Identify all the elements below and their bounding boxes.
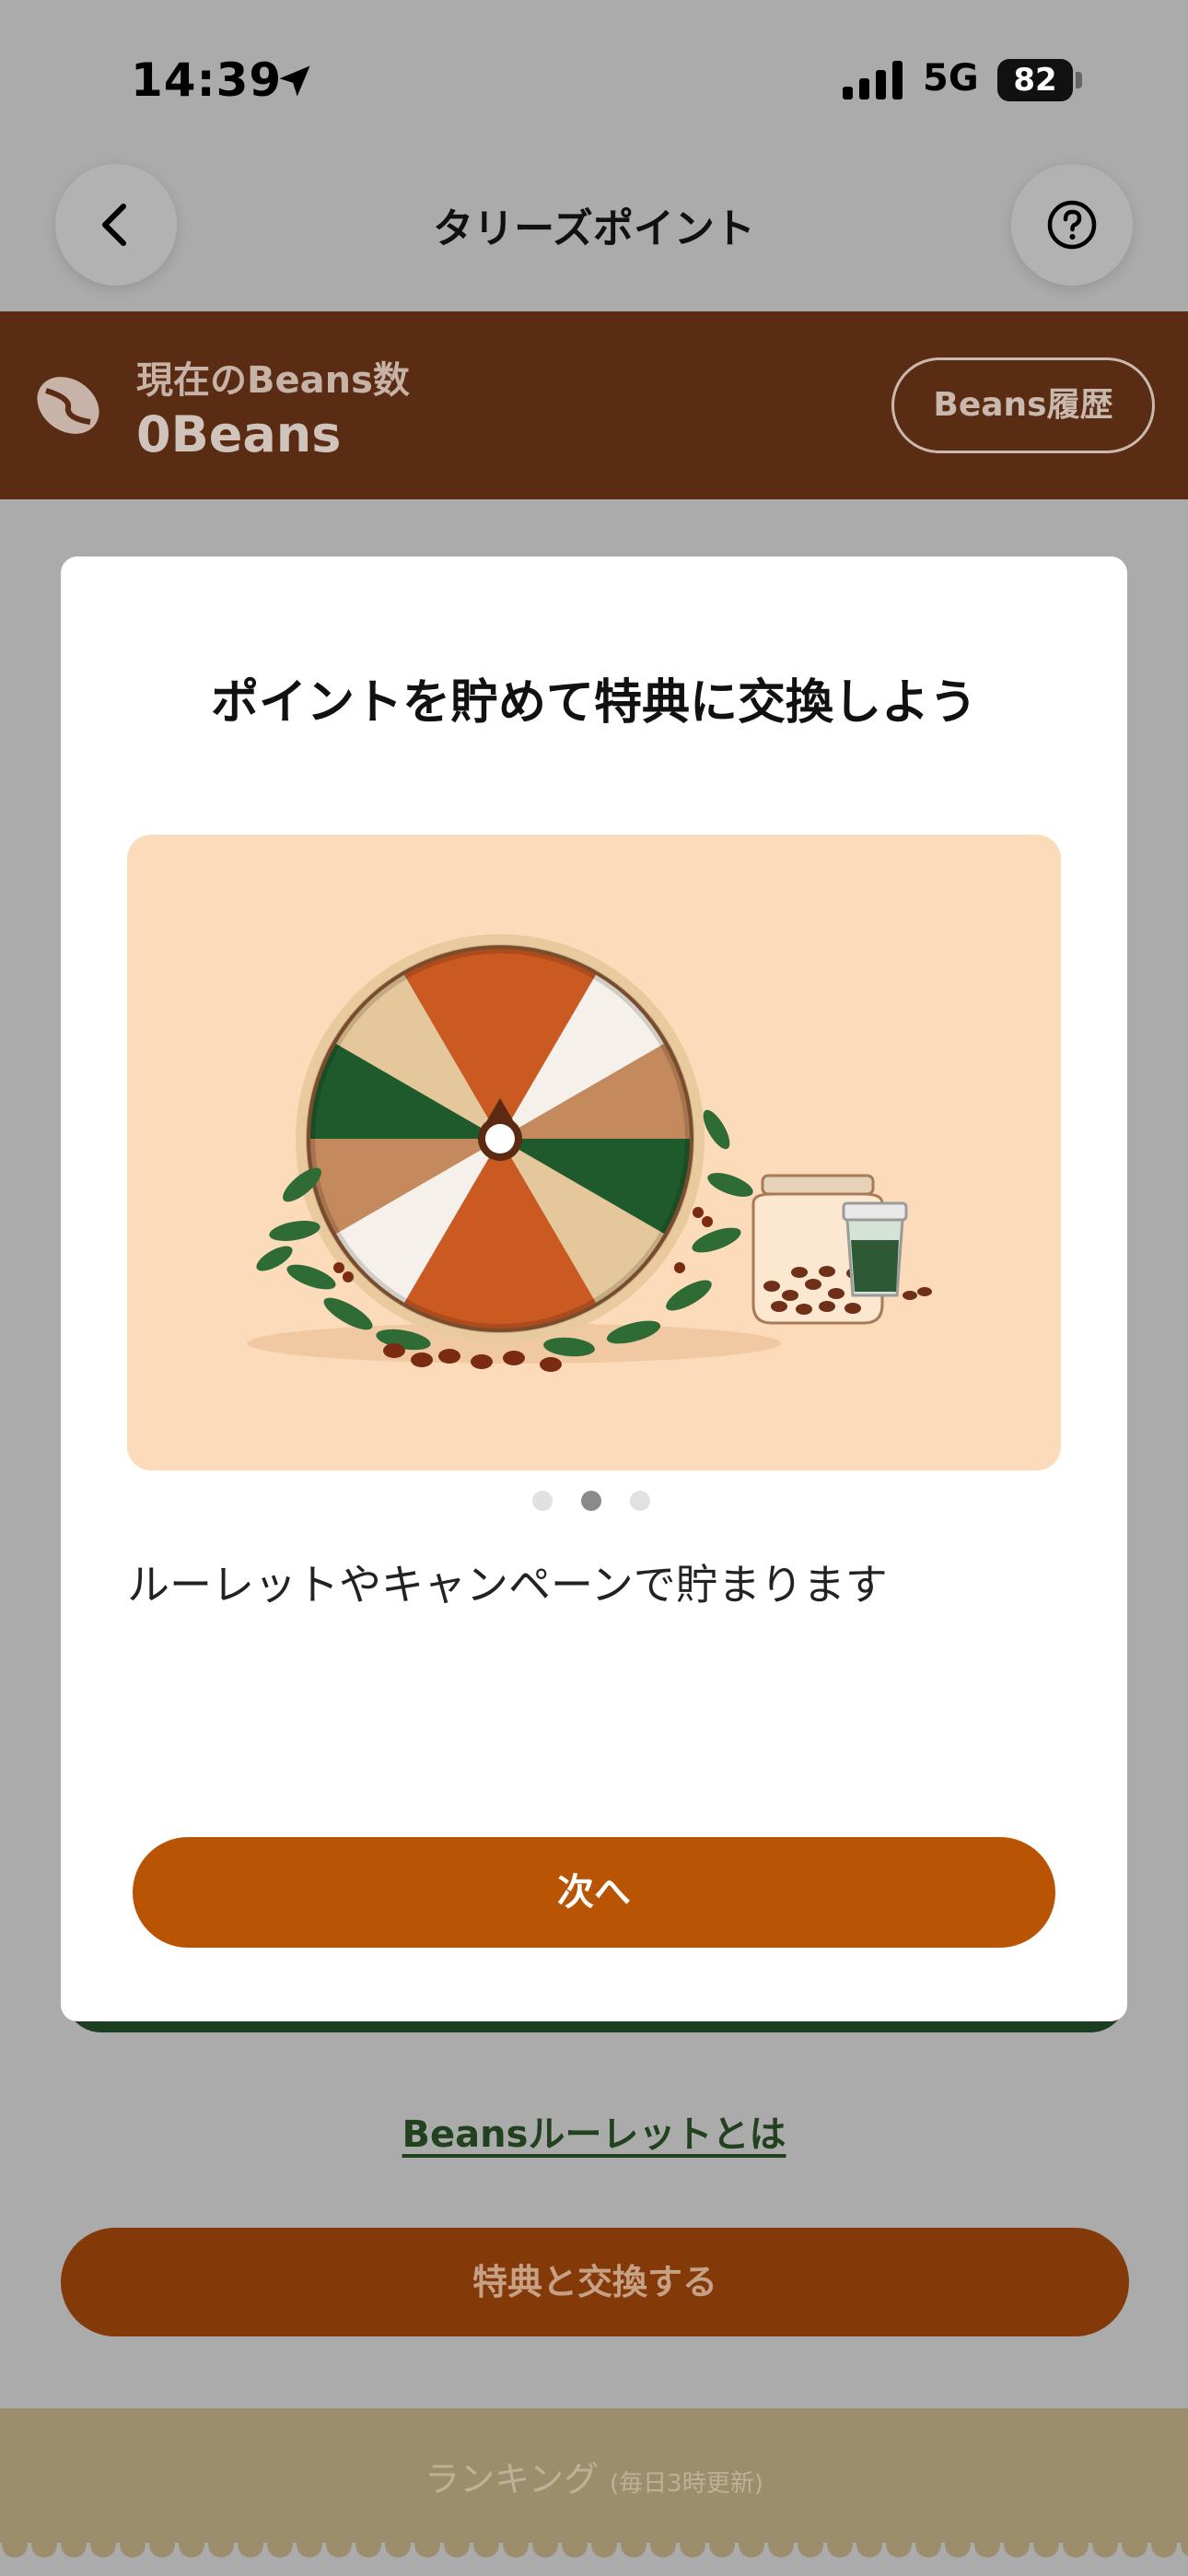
ranking-update-note: (毎日3時更新) xyxy=(610,2470,763,2498)
beans-count-label: 現在のBeans数 xyxy=(136,359,410,402)
location-arrow-icon xyxy=(279,65,310,97)
exchange-rewards-button[interactable]: 特典と交換する xyxy=(61,2228,1129,2336)
modal-description: ルーレットやキャンペーンで貯まります xyxy=(127,1560,888,1610)
scalloped-edge xyxy=(0,2543,1188,2576)
modal-title: ポイントを貯めて特典に交換しよう xyxy=(210,675,977,731)
help-button[interactable] xyxy=(1011,164,1133,286)
roulette-info-link[interactable]: Beansルーレットとは xyxy=(0,2104,1188,2158)
ranking-label: ランキング xyxy=(425,2459,600,2500)
page-dot-3[interactable] xyxy=(630,1491,650,1511)
roulette-wheel-image xyxy=(247,934,932,1372)
ranking-header: ランキング (毎日3時更新) xyxy=(0,2451,1188,2501)
battery-icon: 82 xyxy=(997,59,1082,101)
status-bar: 14:39 5G 82 xyxy=(0,0,1188,157)
battery-level: 82 xyxy=(997,59,1073,101)
beans-history-button[interactable]: Beans履歴 xyxy=(891,357,1155,453)
page-indicator xyxy=(532,1489,661,1513)
roulette-illustration xyxy=(127,835,1061,1470)
network-type: 5G xyxy=(923,57,979,100)
onboarding-modal: ポイントを貯めて特典に交換しよう ルーレットやキャンペーンで貯まります 次へ xyxy=(61,556,1127,2021)
page-dot-1[interactable] xyxy=(532,1491,553,1511)
cellular-signal-icon xyxy=(843,61,903,100)
beans-count-value: 0Beans xyxy=(136,405,342,463)
battery-cap xyxy=(1076,72,1082,88)
question-circle-icon xyxy=(1047,200,1097,250)
next-button[interactable]: 次へ xyxy=(133,1837,1055,1948)
status-time: 14:39 xyxy=(131,53,283,107)
page-dot-2[interactable] xyxy=(581,1491,601,1511)
tullys-points-screen: 14:39 5G 82 タリーズポイント 現在のBeans数 0Beans Be… xyxy=(0,0,1188,2576)
coffee-bean-icon xyxy=(37,377,99,434)
page-title: タリーズポイント xyxy=(433,205,755,252)
